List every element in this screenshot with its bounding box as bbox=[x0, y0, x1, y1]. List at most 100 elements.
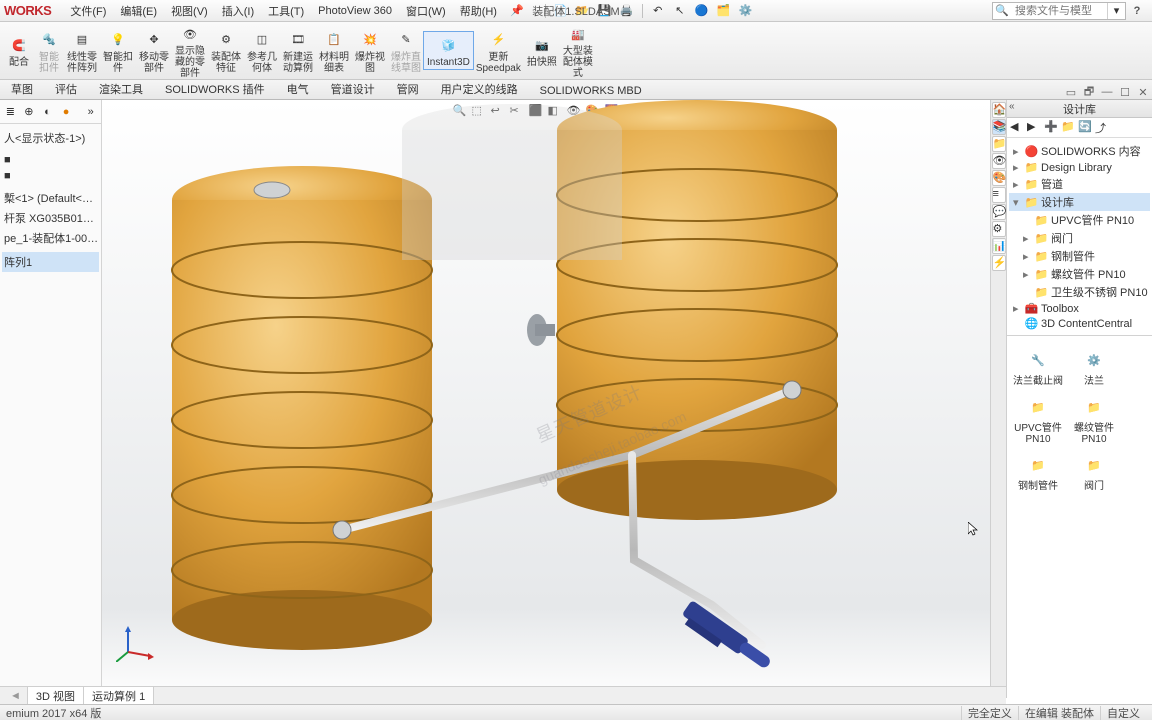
tree-item[interactable]: pe_1-装配体1-001<1> (默 bbox=[2, 228, 99, 248]
taskpane-home-icon[interactable]: 🏠 bbox=[992, 102, 1006, 118]
sw-icon: 🔴 bbox=[1025, 145, 1038, 158]
library-tree-item[interactable]: ▸🔴SOLIDWORKS 内容 bbox=[1009, 142, 1150, 160]
library-item[interactable]: 📁钢制管件 bbox=[1013, 451, 1063, 492]
viewport-dock-icon[interactable]: ▭ bbox=[1063, 85, 1079, 99]
tree-item[interactable]: 槧<1> (Default<<Default> bbox=[2, 188, 99, 208]
menu-tools[interactable]: 工具(T) bbox=[261, 1, 311, 21]
ribbon-move[interactable]: ✥移动零 部件 bbox=[136, 27, 172, 75]
taskpane-sim-icon[interactable]: 📊 bbox=[992, 238, 1006, 254]
viewport-3d[interactable]: 🔍 ⬚ ↩ ✂ ⬛ ◧ 👁 🎨 🌄 ☀ bbox=[102, 100, 990, 698]
lib-up-icon[interactable]: ⤴ bbox=[1095, 120, 1110, 135]
taskpane-forum-icon[interactable]: 💬 bbox=[992, 204, 1006, 220]
menu-edit[interactable]: 编辑(E) bbox=[113, 1, 164, 21]
taskpane-cam-icon[interactable]: ⚙ bbox=[992, 221, 1006, 237]
settings-icon[interactable]: ⚙️ bbox=[736, 2, 756, 20]
library-tree-item[interactable]: ▸🧰Toolbox bbox=[1009, 301, 1150, 316]
tab-SOLIDWORKS 插件[interactable]: SOLIDWORKS 插件 bbox=[154, 78, 276, 99]
ribbon-refgeom[interactable]: ◫参考几 何体 bbox=[244, 27, 280, 75]
display-state-icon[interactable]: ◐ bbox=[41, 103, 54, 121]
ribbon-snapshot[interactable]: 📷拍快照 bbox=[524, 32, 560, 69]
ribbon-smart[interactable]: 💡智能扣 件 bbox=[100, 27, 136, 75]
bottom-tab-3dview[interactable]: 3D 视图 bbox=[27, 686, 84, 705]
tree-item[interactable]: ■ bbox=[2, 168, 99, 184]
ribbon-speedpak[interactable]: ⚡更新 Speedpak bbox=[473, 27, 524, 75]
library-tree-item[interactable]: ▸📁钢制管件 bbox=[1009, 247, 1150, 265]
library-tree-item[interactable]: ▸📁阀门 bbox=[1009, 229, 1150, 247]
ribbon-large-asm[interactable]: 🏭大型装 配体模 式 bbox=[560, 21, 596, 80]
menu-insert[interactable]: 插入(I) bbox=[215, 1, 261, 21]
library-tree-item[interactable]: ▾📁设计库 bbox=[1009, 193, 1150, 211]
taskpane-appear-icon[interactable]: 🎨 bbox=[992, 170, 1006, 186]
ribbon-linear-pattern[interactable]: ▤线性零 件阵列 bbox=[64, 27, 100, 75]
help-icon[interactable]: ? bbox=[1130, 5, 1144, 17]
library-item[interactable]: ⚙️法兰 bbox=[1069, 346, 1119, 387]
viewport-close-icon[interactable]: ✕ bbox=[1135, 85, 1151, 99]
menu-photoview[interactable]: PhotoView 360 bbox=[311, 3, 399, 19]
menu-help[interactable]: 帮助(H) bbox=[453, 1, 504, 21]
library-item[interactable]: 📁阀门 bbox=[1069, 451, 1119, 492]
library-tree-item[interactable]: ▸📁螺纹管件 PN10 bbox=[1009, 265, 1150, 283]
bottom-tab-motion[interactable]: 运动算例 1 bbox=[83, 686, 154, 705]
tab-渲染工具[interactable]: 渲染工具 bbox=[88, 78, 154, 99]
lib-refresh-icon[interactable]: 🔄 bbox=[1078, 120, 1093, 135]
search-dropdown-icon[interactable]: ▾ bbox=[1107, 3, 1125, 19]
library-tree-item[interactable]: 📁卫生级不锈钢 PN10 bbox=[1009, 283, 1150, 301]
library-item[interactable]: 🔧法兰截止阀 bbox=[1013, 346, 1063, 387]
taskpane-explorer-icon[interactable]: 📁 bbox=[992, 136, 1006, 152]
tab-草图[interactable]: 草图 bbox=[0, 78, 44, 99]
search-input[interactable] bbox=[1011, 5, 1107, 17]
viewport-max-icon[interactable]: ☐ bbox=[1117, 85, 1133, 99]
feature-tree-icon[interactable]: ≣ bbox=[4, 103, 17, 121]
tab-管道设计[interactable]: 管道设计 bbox=[320, 78, 386, 99]
menu-file[interactable]: 文件(F) bbox=[63, 1, 113, 21]
viewport-float-icon[interactable]: 🗗 bbox=[1081, 85, 1097, 99]
flange-icon: ⚙️ bbox=[1076, 346, 1112, 374]
tab-电气[interactable]: 电气 bbox=[276, 78, 320, 99]
select-icon[interactable]: ↖ bbox=[670, 2, 690, 20]
tree-item[interactable]: 杆泵 XG035B01Z (兴龙65) bbox=[2, 208, 99, 228]
library-tree-item[interactable]: ▸📁管道 bbox=[1009, 175, 1150, 193]
rebuild-icon[interactable]: 🔵 bbox=[692, 2, 712, 20]
tab-评估[interactable]: 评估 bbox=[44, 78, 88, 99]
status-custom[interactable]: 自定义 bbox=[1100, 706, 1146, 720]
taskpane-view-icon[interactable]: 👁 bbox=[992, 153, 1006, 169]
undo-icon[interactable]: ↶ bbox=[648, 2, 668, 20]
ribbon-motion[interactable]: 🎞新建运 动算例 bbox=[280, 27, 316, 75]
collapse-taskpane-icon[interactable]: « bbox=[1009, 101, 1015, 112]
taskpane-prop-icon[interactable]: ≡ bbox=[992, 187, 1006, 203]
library-tree-item[interactable]: ▸📁Design Library bbox=[1009, 160, 1150, 175]
tree-item[interactable]: 阵列1 bbox=[2, 252, 99, 272]
taskpane-library-icon[interactable]: 📚 bbox=[992, 119, 1006, 135]
menu-window[interactable]: 窗口(W) bbox=[399, 1, 453, 21]
lib-back-icon[interactable]: ◀ bbox=[1010, 120, 1025, 135]
search-box[interactable]: 🔍 ▾ bbox=[992, 2, 1126, 20]
library-tree-item[interactable]: 🌐3D ContentCentral bbox=[1009, 316, 1150, 331]
ribbon-showhide[interactable]: 👁显示隐 藏的零 部件 bbox=[172, 21, 208, 80]
ribbon-mate[interactable]: 🧲配合 bbox=[4, 32, 34, 69]
ribbon-asm-feature[interactable]: ⚙装配体 特征 bbox=[208, 27, 244, 75]
caret-icon: ▸ bbox=[1013, 161, 1022, 174]
viewport-min-icon[interactable]: — bbox=[1099, 85, 1115, 99]
lib-fwd-icon[interactable]: ▶ bbox=[1027, 120, 1042, 135]
lib-newfold-icon[interactable]: 📁 bbox=[1061, 120, 1076, 135]
ribbon-instant3d[interactable]: 🧊Instant3D bbox=[424, 32, 473, 69]
tab-SOLIDWORKS MBD[interactable]: SOLIDWORKS MBD bbox=[529, 82, 653, 99]
menu-view[interactable]: 视图(V) bbox=[164, 1, 215, 21]
tab-管网[interactable]: 管网 bbox=[386, 78, 430, 99]
library-item[interactable]: 📁螺纹管件 PN10 bbox=[1069, 393, 1119, 445]
library-tree-item[interactable]: 📁UPVC管件 PN10 bbox=[1009, 211, 1150, 229]
taskpane-elec-icon[interactable]: ⚡ bbox=[992, 255, 1006, 271]
ribbon-bom[interactable]: 📋材料明 细表 bbox=[316, 27, 352, 75]
bottom-tab-scroll-left-icon[interactable]: ◄ bbox=[4, 690, 27, 702]
tree-item[interactable]: ■ bbox=[2, 152, 99, 168]
options-icon[interactable]: 🗂️ bbox=[714, 2, 734, 20]
tree-item[interactable]: 人<显示状态-1>) bbox=[2, 128, 99, 148]
lib-add-icon[interactable]: ➕ bbox=[1044, 120, 1059, 135]
tree-expand-icon[interactable]: » bbox=[84, 103, 97, 121]
library-item[interactable]: 📁UPVC管件 PN10 bbox=[1013, 393, 1063, 445]
config-icon[interactable]: ⊕ bbox=[23, 103, 36, 121]
ribbon-explode[interactable]: 💥爆炸视 图 bbox=[352, 27, 388, 75]
menu-pin-icon[interactable]: 📌 bbox=[510, 4, 524, 17]
appearances-icon[interactable]: ● bbox=[60, 103, 73, 121]
tab-用户定义的线路[interactable]: 用户定义的线路 bbox=[430, 78, 529, 99]
